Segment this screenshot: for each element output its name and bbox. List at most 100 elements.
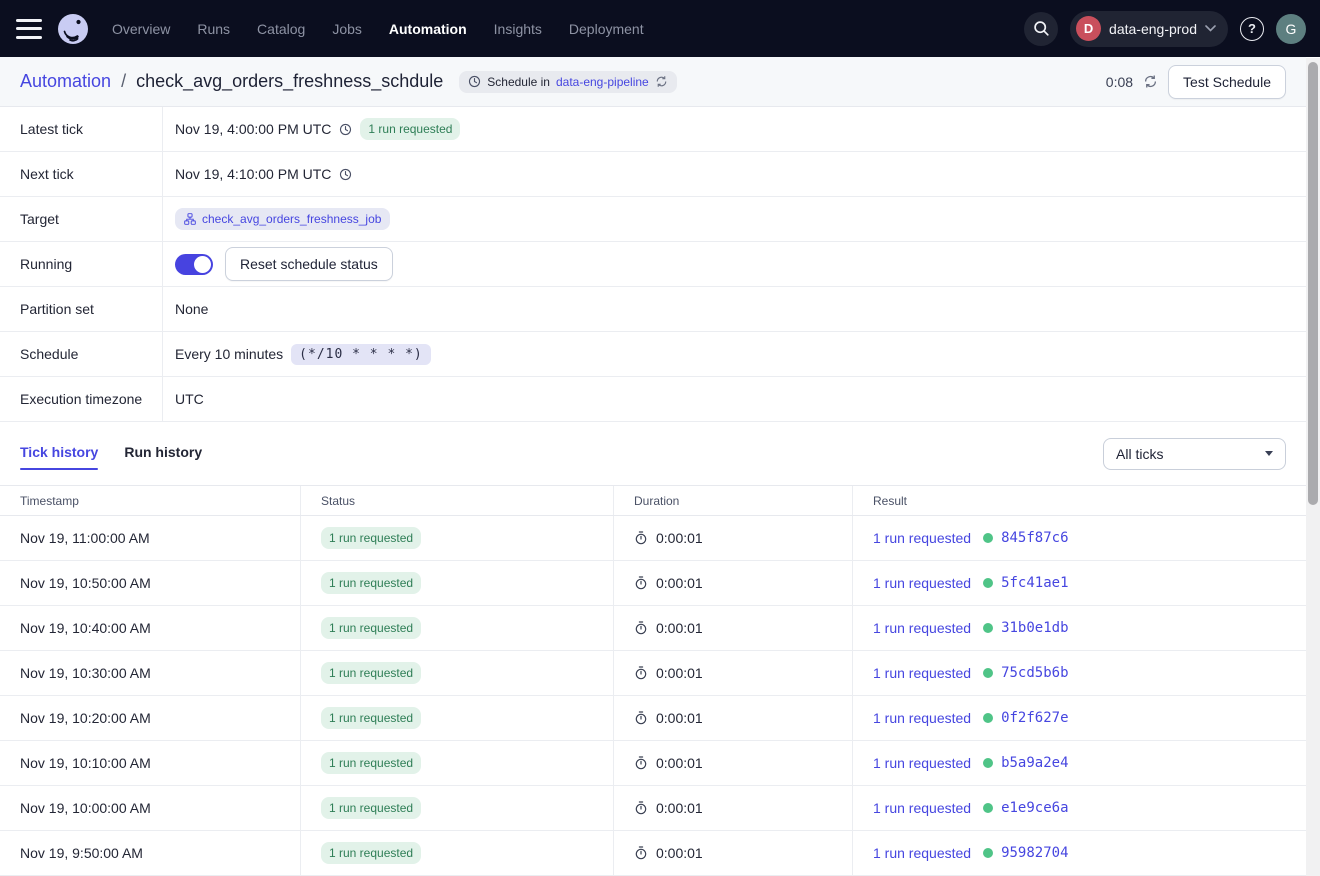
pipeline-link[interactable]: data-eng-pipeline [556,75,649,89]
run-id-link[interactable]: 0f2f627e [1001,710,1068,726]
page-title: check_avg_orders_freshness_schdule [136,71,443,92]
tick-status-badge: 1 run requested [321,797,421,819]
user-avatar[interactable]: G [1276,14,1306,44]
run-status-dot-icon [983,803,993,813]
run-status-dot-icon [983,533,993,543]
workspace-avatar: D [1076,16,1101,41]
tick-result-link[interactable]: 1 run requested [873,800,971,816]
run-status-dot-icon [983,758,993,768]
detail-row-schedule: Schedule Every 10 minutes (*/10 * * * *) [0,332,1306,377]
stopwatch-icon [634,666,648,680]
history-tabs-bar: Tick history Run history All ticks [0,422,1306,485]
clock-icon [339,123,352,136]
schedule-details: Latest tick Nov 19, 4:00:00 PM UTC 1 run… [0,107,1306,422]
table-row: Nov 19, 9:50:00 AM 1 run requested 0:00:… [0,831,1306,876]
schedule-value: Every 10 minutes [175,346,283,362]
nav-item-runs[interactable]: Runs [197,21,230,37]
search-button[interactable] [1024,12,1058,46]
run-status-dot-icon [983,578,993,588]
clock-icon [339,168,352,181]
tick-timestamp: Nov 19, 10:20:00 AM [20,710,151,726]
dagster-logo-icon[interactable] [56,12,90,46]
column-header-duration: Duration [613,486,852,515]
run-id-link[interactable]: 31b0e1db [1001,620,1068,636]
detail-label: Schedule [0,332,163,376]
refresh-timer: 0:08 [1106,74,1133,90]
tick-result-link[interactable]: 1 run requested [873,575,971,591]
tick-duration: 0:00:01 [656,665,703,681]
detail-label: Running [0,242,163,286]
detail-label: Latest tick [0,107,163,151]
breadcrumb-separator: / [121,71,126,92]
latest-tick-value: Nov 19, 4:00:00 PM UTC [175,121,331,137]
target-job-link[interactable]: check_avg_orders_freshness_job [175,208,390,230]
run-id-link[interactable]: 5fc41ae1 [1001,575,1068,591]
tick-status-badge: 1 run requested [321,572,421,594]
stopwatch-icon [634,531,648,545]
reset-schedule-status-button[interactable]: Reset schedule status [225,247,393,281]
run-status-dot-icon [983,713,993,723]
tick-duration: 0:00:01 [656,800,703,816]
tick-filter-select[interactable]: All ticks [1103,438,1286,470]
latest-tick-status-badge: 1 run requested [360,118,460,140]
cron-expression: (*/10 * * * *) [291,344,431,365]
scrollbar-thumb[interactable] [1308,62,1318,505]
run-id-link[interactable]: 95982704 [1001,845,1068,861]
tab-tick-history[interactable]: Tick history [20,430,98,478]
stopwatch-icon [634,801,648,815]
breadcrumb: Automation / check_avg_orders_freshness_… [20,71,677,93]
tick-timestamp: Nov 19, 10:10:00 AM [20,755,151,771]
tick-duration: 0:00:01 [656,845,703,861]
tick-history-table: Timestamp Status Duration Result Nov 19,… [0,485,1306,876]
detail-row-partition-set: Partition set None [0,287,1306,332]
badge-prefix: Schedule in [487,75,550,89]
running-toggle[interactable] [175,254,213,275]
tick-timestamp: Nov 19, 11:00:00 AM [20,530,150,546]
tick-result-link[interactable]: 1 run requested [873,755,971,771]
stopwatch-icon [634,711,648,725]
tick-timestamp: Nov 19, 10:30:00 AM [20,665,151,681]
table-row: Nov 19, 10:10:00 AM 1 run requested 0:00… [0,741,1306,786]
detail-label: Target [0,197,163,241]
nav-item-automation[interactable]: Automation [389,21,467,37]
tick-timestamp: Nov 19, 10:40:00 AM [20,620,151,636]
tick-status-badge: 1 run requested [321,527,421,549]
column-header-status: Status [300,486,613,515]
workspace-switcher[interactable]: D data-eng-prod [1070,11,1228,47]
menu-icon[interactable] [16,19,42,39]
nav-item-overview[interactable]: Overview [112,21,170,37]
test-schedule-button[interactable]: Test Schedule [1168,65,1286,99]
nav-item-insights[interactable]: Insights [494,21,542,37]
tick-result-link[interactable]: 1 run requested [873,845,971,861]
run-id-link[interactable]: 75cd5b6b [1001,665,1068,681]
run-id-link[interactable]: b5a9a2e4 [1001,755,1068,771]
tick-result-link[interactable]: 1 run requested [873,530,971,546]
table-row: Nov 19, 10:20:00 AM 1 run requested 0:00… [0,696,1306,741]
tick-result-link[interactable]: 1 run requested [873,665,971,681]
refresh-icon[interactable] [1143,74,1158,89]
table-row: Nov 19, 10:30:00 AM 1 run requested 0:00… [0,651,1306,696]
run-id-link[interactable]: 845f87c6 [1001,530,1068,546]
table-row: Nov 19, 11:00:00 AM 1 run requested 0:00… [0,516,1306,561]
scrollbar-track [1306,58,1320,876]
tick-history-header: Timestamp Status Duration Result [0,486,1306,516]
detail-row-next-tick: Next tick Nov 19, 4:10:00 PM UTC [0,152,1306,197]
nav-item-jobs[interactable]: Jobs [332,21,362,37]
tick-filter-selected-value: All ticks [1116,446,1163,462]
tick-status-badge: 1 run requested [321,662,421,684]
tab-run-history[interactable]: Run history [124,430,202,478]
nav-item-deployment[interactable]: Deployment [569,21,644,37]
breadcrumb-automation-link[interactable]: Automation [20,71,111,92]
stopwatch-icon [634,756,648,770]
help-icon[interactable]: ? [1240,17,1264,41]
tick-result-link[interactable]: 1 run requested [873,620,971,636]
tick-history-rows: Nov 19, 11:00:00 AM 1 run requested 0:00… [0,516,1306,876]
tick-duration: 0:00:01 [656,755,703,771]
detail-label: Next tick [0,152,163,196]
tick-timestamp: Nov 19, 9:50:00 AM [20,845,143,861]
detail-row-running: Running Reset schedule status [0,242,1306,287]
tick-result-link[interactable]: 1 run requested [873,710,971,726]
nav-item-catalog[interactable]: Catalog [257,21,305,37]
run-id-link[interactable]: e1e9ce6a [1001,800,1068,816]
schedule-location-badge: Schedule in data-eng-pipeline [459,71,676,93]
